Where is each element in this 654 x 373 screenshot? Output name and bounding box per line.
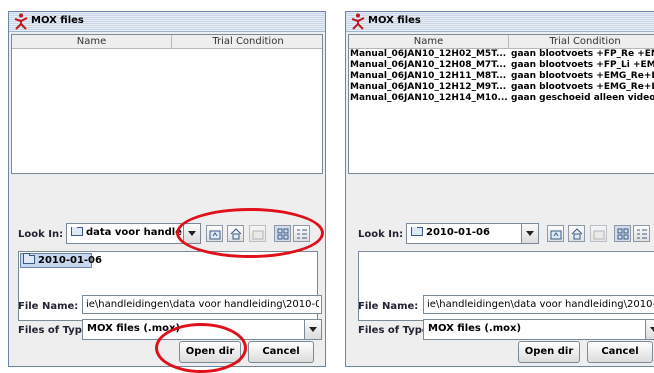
app-logo-icon (351, 13, 365, 30)
look-in-value: data voor handleid... (86, 227, 182, 238)
row-name: Manual_06JAN10_12H11_M8T... (350, 71, 507, 81)
file-name-input[interactable]: ie\handleidingen\data voor handleiding\2… (82, 295, 322, 314)
chevron-down-icon[interactable] (645, 320, 654, 339)
file-name-value: ie\handleidingen\data voor handleiding\2… (427, 299, 654, 310)
table-header: Name Trial Condition (349, 35, 654, 49)
files-of-type-label: Files of Type: (358, 325, 433, 336)
folder-icon (71, 227, 83, 236)
new-folder-icon (593, 230, 605, 240)
file-table[interactable]: Name Trial Condition (11, 34, 323, 174)
annotation-ellipse-toolbar (176, 208, 324, 258)
row-condition: gaan geschoeid alleen video Li . (511, 93, 654, 103)
files-of-type-combo[interactable]: MOX files (.mox) (423, 319, 654, 340)
title-bar[interactable]: MOX files (9, 12, 325, 32)
folder-icon (23, 253, 35, 264)
table-row[interactable]: Manual_06JAN10_12H11_M8T... gaan blootvo… (349, 71, 654, 82)
details-view-button[interactable] (633, 225, 650, 242)
look-in-combo[interactable]: 2010-01-06 (406, 223, 539, 244)
row-name: Manual_06JAN10_12H02_M5T... (350, 49, 507, 59)
new-folder-button[interactable] (590, 225, 607, 242)
up-one-level-button[interactable] (547, 225, 564, 242)
row-condition: gaan blootvoets +EMG_Re+Li vi. (511, 71, 654, 81)
list-view-icon (617, 228, 629, 240)
column-header-trial-condition[interactable]: Trial Condition (509, 35, 654, 48)
row-condition: gaan blootvoets +FP_Re +EMG_ (511, 49, 654, 59)
cancel-button[interactable]: Cancel (248, 341, 314, 363)
title-bar[interactable]: MOX files (346, 12, 654, 32)
table-row[interactable]: Manual_06JAN10_12H12_M9T... gaan blootvo… (349, 82, 654, 93)
row-name: Manual_06JAN10_12H12_M9T... (350, 82, 507, 92)
folder-item-label: 2010-01-06 (38, 255, 102, 266)
row-condition: gaan blootvoets +EMG_Re+Li vi. (511, 82, 654, 92)
row-condition: gaan blootvoets +FP_Li +EMG_. (511, 60, 654, 70)
home-icon (571, 228, 583, 240)
column-header-name[interactable]: Name (349, 35, 509, 48)
file-name-label: File Name: (358, 301, 419, 312)
table-header: Name Trial Condition (12, 35, 322, 49)
mox-files-dialog-right: MOX files Name Trial Condition Manual_06… (345, 11, 654, 367)
look-in-label: Look In: (358, 229, 404, 240)
look-in-value: 2010-01-06 (426, 227, 490, 238)
up-folder-icon (550, 230, 562, 240)
column-header-trial-condition[interactable]: Trial Condition (172, 35, 322, 48)
cancel-button[interactable]: Cancel (587, 341, 653, 363)
row-name: Manual_06JAN10_12H08_M7T... (350, 60, 507, 70)
files-of-type-value: MOX files (.mox) (428, 323, 522, 334)
home-button[interactable] (568, 225, 585, 242)
app-logo-icon (14, 13, 28, 30)
folder-item[interactable]: 2010-01-06 (20, 253, 102, 268)
file-name-value: ie\handleidingen\data voor handleiding\2… (86, 299, 319, 310)
file-name-input[interactable]: ie\handleidingen\data voor handleiding\2… (423, 295, 654, 314)
table-row[interactable]: Manual_06JAN10_12H02_M5T... gaan blootvo… (349, 49, 654, 60)
mox-files-dialog-left: MOX files Name Trial Condition Look In: … (8, 11, 326, 367)
chevron-down-icon[interactable] (521, 224, 538, 243)
details-view-icon (637, 229, 647, 239)
look-in-label: Look In: (18, 229, 64, 240)
window-title: MOX files (31, 15, 84, 26)
row-name: Manual_06JAN10_12H14_M10... (350, 93, 508, 103)
file-table[interactable]: Name Trial Condition Manual_06JAN10_12H0… (348, 34, 654, 174)
chevron-down-icon[interactable] (304, 320, 321, 339)
list-view-button[interactable] (614, 225, 631, 242)
column-header-name[interactable]: Name (12, 35, 172, 48)
annotation-ellipse-open-button (155, 323, 247, 373)
folder-icon (411, 227, 423, 236)
file-name-label: File Name: (18, 301, 79, 312)
table-row[interactable]: Manual_06JAN10_12H08_M7T... gaan blootvo… (349, 60, 654, 71)
table-row[interactable]: Manual_06JAN10_12H14_M10... gaan geschoe… (349, 93, 654, 104)
open-dir-button[interactable]: Open dir (518, 341, 580, 363)
window-title: MOX files (368, 15, 421, 26)
